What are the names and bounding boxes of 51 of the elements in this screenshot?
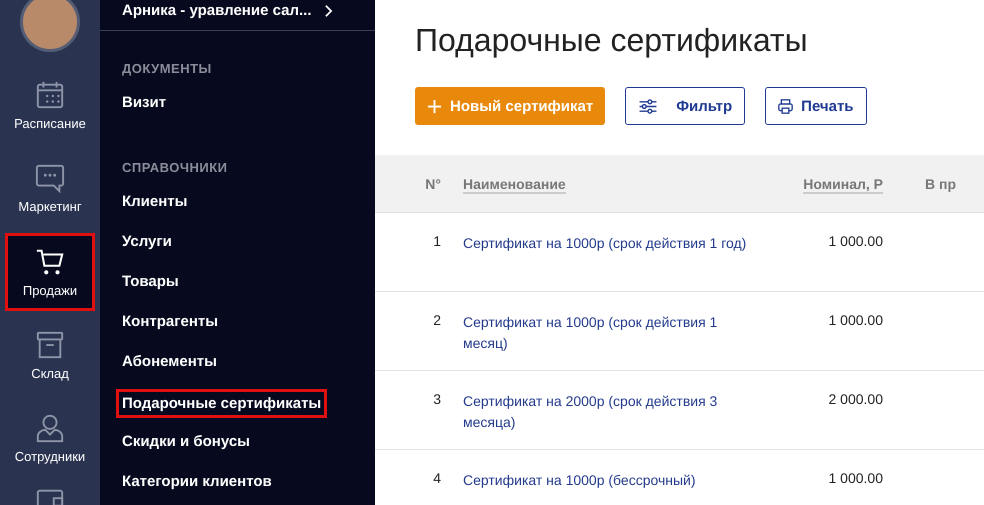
table-cell-text: 1 000.00 (828, 233, 883, 249)
sidebar-label: Продажи (22, 282, 78, 298)
menu-item[interactable]: Визит (116, 90, 172, 115)
sidebar-label: Склад (31, 366, 69, 381)
table-cell-text: 1 000.00 (828, 470, 883, 486)
section-heading: СПРАВОЧНИКИ (121, 160, 228, 175)
menu-item[interactable]: Услуги (116, 229, 178, 254)
calendar-icon (35, 80, 65, 110)
menu-item[interactable]: Товары (116, 269, 185, 294)
sliders-icon (638, 98, 658, 114)
column-header: N° (424, 176, 441, 192)
sidebar-item[interactable]: Маркетинг (0, 147, 100, 230)
sidebar-item[interactable]: Продажи (5, 233, 95, 311)
sidebar-item[interactable]: Склад (0, 314, 100, 397)
person-icon (35, 413, 65, 443)
table-cell-text: 3 (432, 391, 441, 407)
table-cell-text: 2 000.00 (828, 391, 883, 407)
toolbar-button[interactable]: Фильтр (625, 87, 746, 125)
toolbar-button[interactable]: Печать (765, 87, 867, 125)
printer-icon (778, 98, 794, 114)
column-header[interactable]: Наименование (463, 176, 566, 194)
table-cell-text: 1 000.00 (828, 312, 883, 328)
account-title[interactable]: Арника - уравление сал... (122, 2, 312, 20)
certificate-link[interactable]: Сертификат на 1000р (бессрочный) (463, 470, 763, 491)
menu-item[interactable]: Скидки и бонусы (116, 429, 256, 454)
certificate-link[interactable]: Сертификат на 1000р (срок действия 1 год) (463, 233, 763, 254)
table-cell-text: 1 (432, 233, 441, 249)
menu-item[interactable]: Контрагенты (116, 309, 224, 334)
table-cell-text: 2 (432, 312, 441, 328)
certificate-link[interactable]: Сертификат на 1000р (срок действия 1 месяц) (463, 312, 763, 354)
plus-icon (427, 98, 442, 114)
sidebar-label: Расписание (14, 116, 86, 131)
column-header[interactable]: Номинал, Р (803, 176, 883, 194)
chat-icon (35, 163, 65, 193)
sidebar-item[interactable]: Сотрудники (0, 397, 100, 480)
column-header: В пр (925, 176, 956, 192)
certificate-link[interactable]: Сертификат на 2000р (срок действия 3 месяца) (463, 391, 763, 433)
menu-item[interactable]: Абонементы (116, 349, 223, 374)
sidebar-label: Сотрудники (14, 449, 86, 464)
section-heading: ДОКУМЕНТЫ (121, 61, 213, 76)
table-cell-text: 4 (432, 470, 441, 486)
sidebar-item[interactable]: Расписание (0, 64, 100, 147)
menu-item[interactable]: Категории клиентов (116, 469, 278, 494)
avatar[interactable] (20, 0, 80, 52)
box-icon (35, 330, 65, 360)
menu-item[interactable]: Подарочные сертификаты (116, 389, 328, 418)
menu-item[interactable]: Клиенты (116, 189, 194, 214)
sidebar-label: Маркетинг (18, 199, 82, 214)
chevron-right-icon[interactable] (324, 4, 332, 18)
page-title: Подарочные сертификаты (415, 22, 809, 59)
cart-icon (35, 246, 65, 276)
